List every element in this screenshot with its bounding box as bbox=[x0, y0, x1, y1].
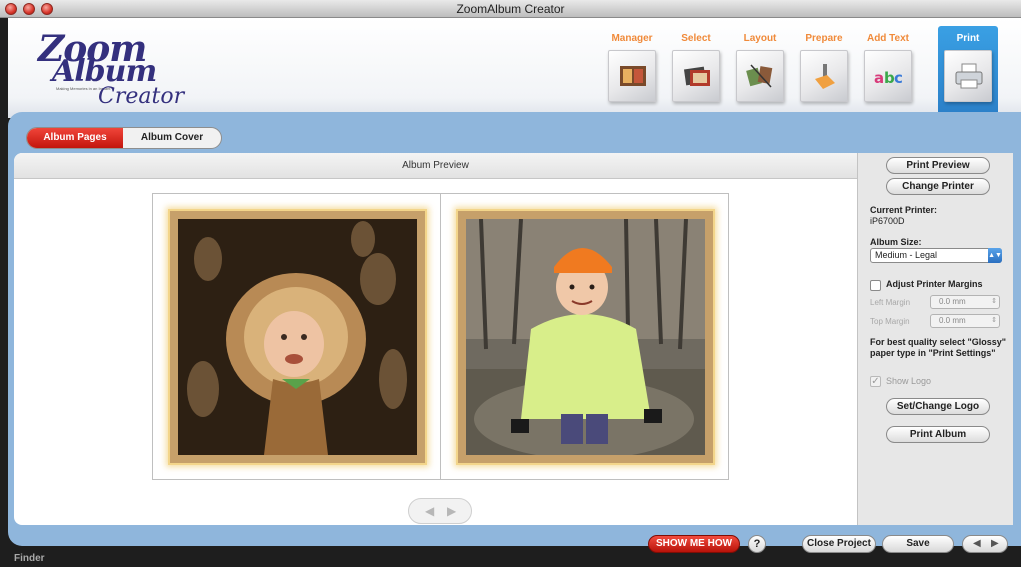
top-margin-stepper[interactable]: 0.0 mm ⇕ bbox=[930, 314, 1000, 328]
album-tabs: Album Pages Album Cover bbox=[26, 127, 222, 149]
previous-page-icon[interactable]: ◀ bbox=[425, 504, 434, 518]
app-header: Zoom Album Making Memories in an Instant… bbox=[8, 18, 1021, 118]
step-label: Prepare bbox=[805, 33, 843, 44]
change-printer-button[interactable]: Change Printer bbox=[886, 178, 990, 195]
lion-costume-photo bbox=[178, 219, 417, 455]
print-options-panel: Print Preview Change Printer Current Pri… bbox=[857, 153, 1013, 525]
previous-step-icon[interactable]: ◀ bbox=[973, 538, 981, 549]
step-select[interactable]: Select bbox=[666, 18, 726, 114]
glossy-hint-line1: For best quality select "Glossy" bbox=[870, 337, 1007, 347]
step-tile bbox=[800, 50, 848, 102]
tab-album-cover[interactable]: Album Cover bbox=[123, 128, 221, 148]
current-printer-value: iP6700D bbox=[870, 216, 905, 226]
left-margin-value: 0.0 mm bbox=[939, 297, 966, 306]
preview-panel: Album Preview bbox=[14, 153, 857, 525]
photo-stack-icon bbox=[683, 66, 710, 86]
left-page-photo-frame[interactable] bbox=[168, 209, 427, 465]
adjust-margins-checkbox[interactable] bbox=[870, 280, 881, 291]
step-label: Add Text bbox=[866, 33, 910, 44]
step-navigator: ◀ ▶ bbox=[962, 535, 1008, 553]
logo-creator-text: Creator bbox=[98, 84, 185, 109]
title-bar: ZoomAlbum Creator bbox=[0, 0, 1021, 18]
step-label: Manager bbox=[611, 33, 653, 44]
save-button[interactable]: Save bbox=[882, 535, 954, 553]
preview-title: Album Preview bbox=[14, 153, 857, 179]
top-margin-value: 0.0 mm bbox=[939, 316, 966, 325]
layout-pages-icon bbox=[746, 64, 773, 88]
svg-text:a: a bbox=[874, 69, 884, 87]
album-size-label: Album Size: bbox=[870, 237, 922, 247]
print-album-button[interactable]: Print Album bbox=[886, 426, 990, 443]
right-page-photo-frame[interactable] bbox=[456, 209, 715, 465]
step-label: Print bbox=[956, 33, 980, 44]
step-tile bbox=[944, 50, 992, 102]
step-tile bbox=[608, 50, 656, 102]
step-tile bbox=[672, 50, 720, 102]
set-change-logo-button[interactable]: Set/Change Logo bbox=[886, 398, 990, 415]
album-size-value: Medium - Legal bbox=[875, 250, 938, 260]
show-logo-label: Show Logo bbox=[886, 376, 932, 386]
step-add-text[interactable]: Add Text a b c bbox=[858, 18, 918, 114]
stepper-arrows-icon: ⇕ bbox=[991, 317, 997, 324]
adjust-margins-label: Adjust Printer Margins bbox=[886, 279, 983, 289]
abc-text-icon: a b c bbox=[874, 69, 903, 87]
step-label: Select bbox=[681, 33, 711, 44]
left-margin-label: Left Margin bbox=[870, 298, 911, 307]
select-arrows-icon: ▲▼ bbox=[988, 248, 1002, 263]
step-label: Layout bbox=[743, 33, 777, 44]
album-spread bbox=[152, 193, 729, 480]
current-printer-label: Current Printer: bbox=[870, 205, 938, 215]
help-button[interactable]: ? bbox=[748, 535, 766, 553]
next-step-icon[interactable]: ▶ bbox=[991, 538, 999, 549]
girl-in-park-photo bbox=[466, 219, 705, 455]
page-navigator: ◀ ▶ bbox=[408, 498, 472, 524]
step-tile bbox=[736, 50, 784, 102]
album-photos-icon bbox=[620, 66, 646, 86]
page-divider bbox=[440, 194, 441, 479]
next-page-icon[interactable]: ▶ bbox=[447, 504, 456, 518]
album-size-select[interactable]: Medium - Legal ▲▼ bbox=[870, 248, 1002, 263]
left-margin-stepper[interactable]: 0.0 mm ⇕ bbox=[930, 295, 1000, 309]
close-project-button[interactable]: Close Project bbox=[802, 535, 876, 553]
glossy-hint-line2: paper type in "Print Settings" bbox=[870, 348, 996, 358]
svg-text:c: c bbox=[894, 69, 903, 87]
hand-tool-icon bbox=[815, 64, 835, 89]
step-layout[interactable]: Layout bbox=[730, 18, 790, 114]
stepper-arrows-icon: ⇕ bbox=[991, 298, 997, 305]
zoomalbum-logo: Zoom Album Making Memories in an Instant… bbox=[38, 28, 198, 114]
step-prepare[interactable]: Prepare bbox=[794, 18, 854, 114]
finder-label: Finder bbox=[14, 553, 45, 564]
print-preview-button[interactable]: Print Preview bbox=[886, 157, 990, 174]
window-title: ZoomAlbum Creator bbox=[456, 2, 565, 16]
printer-icon bbox=[955, 63, 983, 89]
tab-album-pages[interactable]: Album Pages bbox=[27, 128, 123, 148]
top-margin-label: Top Margin bbox=[870, 317, 910, 326]
step-print[interactable]: Print bbox=[938, 18, 998, 116]
show-me-how-button[interactable]: SHOW ME HOW bbox=[648, 535, 740, 553]
show-logo-checkbox[interactable]: ✓ bbox=[870, 376, 881, 387]
step-tile: a b c bbox=[864, 50, 912, 102]
step-manager[interactable]: Manager bbox=[602, 18, 662, 114]
